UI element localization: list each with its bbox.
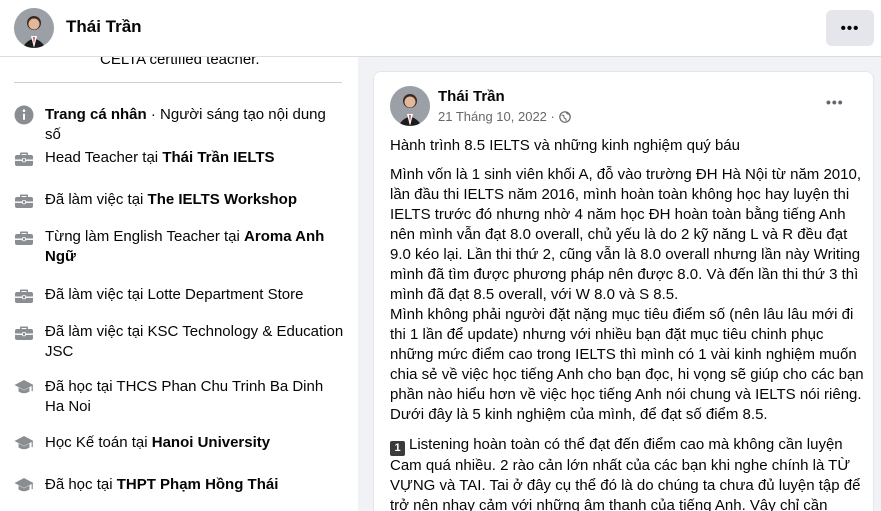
intro-item-link[interactable]: The IELTS Workshop: [148, 191, 297, 208]
keycap-number-icon: 1: [390, 441, 405, 456]
intro-item-prefix: Đã làm việc tại: [45, 191, 148, 208]
intro-item-text: Đã học tại THCS Phan Chu Trinh Ba Dinh H…: [45, 377, 344, 417]
intro-item[interactable]: Đã làm việc tại Lotte Department Store: [14, 285, 344, 305]
intro-item[interactable]: Đã học tại THPT Phạm Hồng Thái: [14, 475, 344, 495]
profile-name[interactable]: Thái Trần: [66, 17, 142, 37]
intro-item[interactable]: Head Teacher tại Thái Trần IELTS: [14, 148, 344, 168]
post-title: Hành trình 8.5 IELTS và những kinh nghiệ…: [390, 137, 740, 154]
intro-item-text: Từng làm English Teacher tại Aroma Anh N…: [45, 227, 344, 267]
intro-item-prefix: Đã học tại THCS Phan Chu Trinh Ba Dinh H…: [45, 378, 324, 415]
divider: [14, 82, 342, 83]
intro-item-link[interactable]: Trang cá nhân: [45, 106, 147, 123]
avatar-photo: [14, 8, 54, 48]
post-options-button[interactable]: •••: [826, 94, 844, 110]
post-tip-text: Listening hoàn toàn có thể đạt đến điểm …: [390, 436, 861, 511]
intro-item-prefix: Đã làm việc tại Lotte Department Store: [45, 286, 304, 303]
briefcase-icon: [14, 148, 34, 168]
more-options-button[interactable]: •••: [826, 10, 874, 46]
post-content: Hành trình 8.5 IELTS và những kinh nghiệ…: [390, 136, 864, 511]
post-paragraph: Mình vốn là 1 sinh viên khối A, đỗ vào t…: [390, 166, 861, 303]
intro-item-text: Đã học tại THPT Phạm Hồng Thái: [45, 475, 278, 495]
intro-item-text: Đã làm việc tại Lotte Department Store: [45, 285, 303, 305]
post-author-avatar[interactable]: [390, 86, 430, 126]
intro-item-link[interactable]: Thái Trần IELTS: [162, 149, 274, 166]
intro-bio-cut: CELTA certified teacher.: [100, 57, 260, 71]
intro-item-text: Đã làm việc tại KSC Technology & Educati…: [45, 322, 344, 362]
globe-icon[interactable]: [559, 110, 571, 123]
intro-card: CELTA certified teacher. Trang cá nhân ·…: [0, 57, 358, 511]
info-icon: [14, 105, 34, 125]
profile-header: Thái Trần •••: [0, 0, 881, 57]
intro-item-link[interactable]: Hanoi University: [152, 434, 270, 451]
intro-item-prefix: Học Kế toán tại: [45, 434, 152, 451]
post-paragraph: Mình không phải người đặt nặng mục tiêu …: [390, 306, 864, 423]
post-paragraph: 1 Listening hoàn toàn có thể đạt đến điểm…: [390, 435, 864, 511]
intro-item[interactable]: Đã làm việc tại KSC Technology & Educati…: [14, 322, 344, 362]
intro-item[interactable]: Học Kế toán tại Hanoi University: [14, 433, 344, 453]
intro-item[interactable]: Đã làm việc tại The IELTS Workshop: [14, 190, 344, 210]
briefcase-icon: [14, 285, 34, 305]
intro-item-prefix: Đã học tại: [45, 476, 117, 493]
intro-item[interactable]: Đã học tại THCS Phan Chu Trinh Ba Dinh H…: [14, 377, 344, 417]
graduation-cap-icon: [14, 377, 34, 397]
post-date[interactable]: 21 Tháng 10, 2022: [438, 109, 547, 124]
intro-item-prefix: Từng làm English Teacher tại: [45, 228, 245, 245]
intro-item-text: Học Kế toán tại Hanoi University: [45, 433, 270, 453]
intro-item-link[interactable]: THPT Phạm Hồng Thái: [117, 476, 279, 493]
post-card: Thái Trần 21 Tháng 10, 2022 · ••• Hành t…: [373, 71, 874, 511]
intro-item-text: Head Teacher tại Thái Trần IELTS: [45, 148, 275, 168]
briefcase-icon: [14, 227, 34, 247]
post-author-name[interactable]: Thái Trần: [438, 88, 505, 105]
graduation-cap-icon: [14, 433, 34, 453]
intro-item-prefix: Head Teacher tại: [45, 149, 163, 166]
avatar-photo: [390, 86, 430, 126]
avatar[interactable]: [14, 8, 54, 48]
intro-item-text: Đã làm việc tại The IELTS Workshop: [45, 190, 297, 210]
intro-item[interactable]: Trang cá nhân · Người sáng tạo nội dung …: [14, 105, 344, 145]
intro-item-text: Trang cá nhân · Người sáng tạo nội dung …: [45, 105, 344, 145]
graduation-cap-icon: [14, 475, 34, 495]
intro-item[interactable]: Từng làm English Teacher tại Aroma Anh N…: [14, 227, 344, 267]
briefcase-icon: [14, 322, 34, 342]
intro-item-prefix: Đã làm việc tại KSC Technology & Educati…: [45, 323, 344, 360]
briefcase-icon: [14, 190, 34, 210]
intro-bio-text: CELTA certified teacher.: [100, 57, 260, 68]
post-meta: 21 Tháng 10, 2022 ·: [438, 109, 571, 124]
